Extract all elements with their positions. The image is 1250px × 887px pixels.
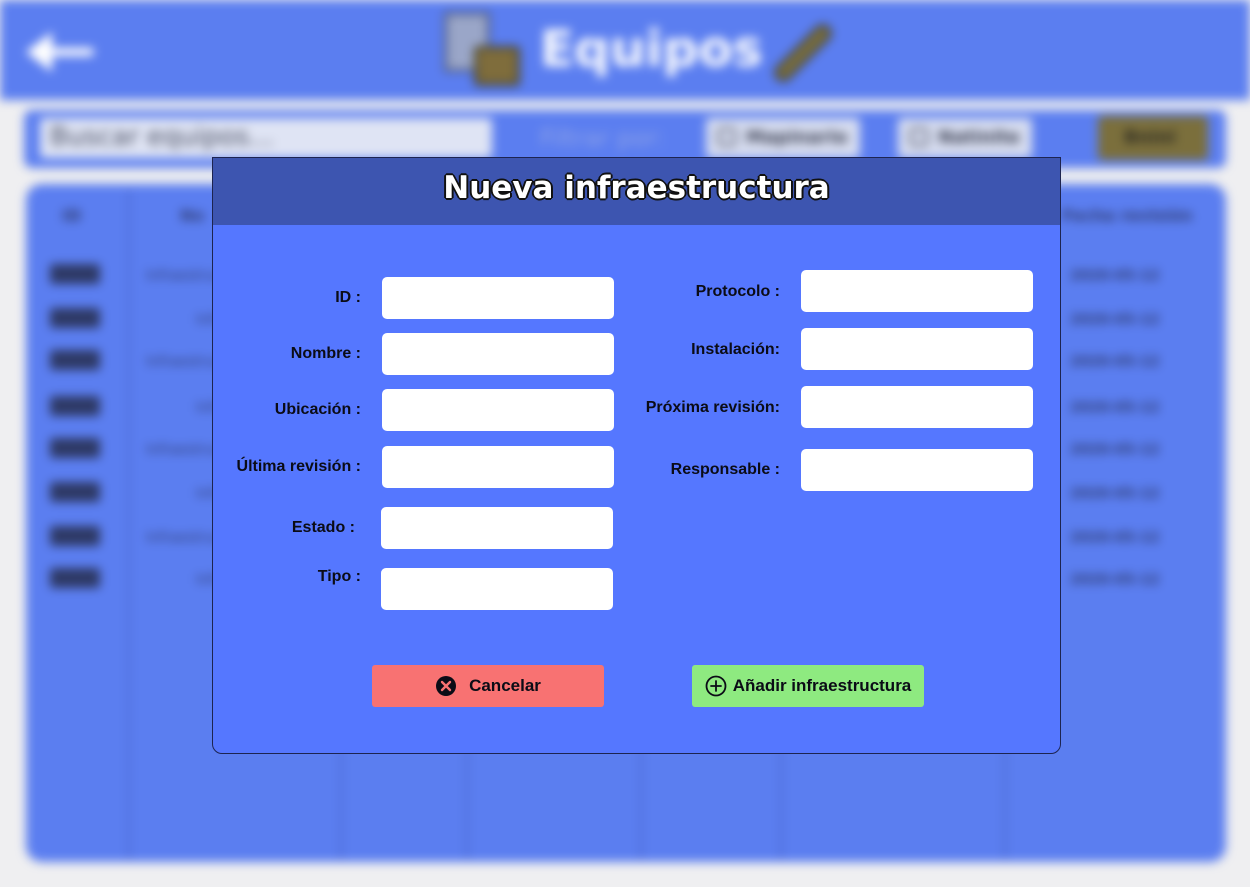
label-instalacion: Instalación: [691, 341, 780, 358]
cancel-button-label: Cancelar [469, 676, 541, 695]
label-estado: Estado : [291, 519, 355, 536]
table-cell-date: 2020-05-12 [1070, 312, 1160, 328]
label-protocolo: Protocolo : [695, 283, 780, 300]
table-header-name: No [180, 206, 205, 225]
table-cell-date: 2020-05-12 [1070, 354, 1160, 370]
table-row [50, 438, 100, 458]
search-input[interactable]: Buscar equipos... [40, 118, 492, 158]
table-header-date: Fecha revisión [1062, 206, 1193, 225]
checkbox-icon [718, 128, 736, 146]
table-cell-date: 2020-05-12 [1070, 486, 1160, 502]
table-cell-date: 2020-05-12 [1070, 442, 1160, 458]
table-header-id: ID [62, 206, 82, 225]
filter-chip-1[interactable]: Mapinario [706, 118, 860, 158]
nombre-field[interactable] [382, 333, 614, 375]
table-row [50, 526, 100, 546]
label-tipo: Tipo : [317, 568, 361, 585]
filter-chip-2[interactable]: Natinite [898, 118, 1032, 158]
instalacion-field[interactable] [801, 328, 1033, 370]
documents-briefcase-icon [444, 12, 520, 86]
label-proxima-revision: Próxima revisión: [645, 399, 780, 416]
table-cell-date: 2020-05-12 [1070, 268, 1160, 284]
table-row [50, 308, 100, 328]
proxima-revision-field[interactable] [801, 386, 1033, 428]
ubicacion-field[interactable] [382, 389, 614, 431]
label-responsable: Responsable : [670, 461, 780, 478]
table-row [50, 350, 100, 370]
page-title: Equipos [540, 20, 763, 78]
cancel-button[interactable]: Cancelar [372, 665, 604, 707]
protocolo-field[interactable] [801, 270, 1033, 312]
label-nombre: Nombre : [290, 345, 361, 362]
table-row [50, 482, 100, 502]
plus-circle-icon [705, 675, 727, 697]
table-cell-date: 2020-05-12 [1070, 530, 1160, 546]
table-row [50, 264, 100, 284]
ultima-revision-field[interactable] [382, 446, 614, 488]
dialog-header: Nueva infraestructura [213, 158, 1060, 225]
close-circle-icon [436, 676, 457, 696]
toolbar-action-button[interactable]: Bnini [1098, 116, 1208, 160]
label-id: ID : [335, 289, 361, 306]
filter-label: Filtrar por: [540, 124, 665, 152]
table-cell-date: 2020-05-12 [1070, 400, 1160, 416]
add-infrastructure-button[interactable]: Añadir infraestructura [692, 665, 924, 707]
tipo-field[interactable] [381, 568, 613, 610]
dialog-title: Nueva infraestructura [443, 170, 830, 206]
table-row [50, 568, 100, 588]
table-column-divider [128, 190, 130, 860]
label-ubicacion: Ubicación : [274, 401, 361, 418]
responsable-field[interactable] [801, 449, 1033, 491]
wrench-icon [758, 16, 838, 86]
table-cell-date: 2020-05-12 [1070, 572, 1160, 588]
back-arrow-icon[interactable] [24, 24, 96, 80]
new-infrastructure-dialog: Nueva infraestructura ID : Nombre : Ubic… [212, 157, 1061, 754]
id-field[interactable] [382, 277, 614, 319]
checkbox-icon [910, 128, 928, 146]
estado-field[interactable] [381, 507, 613, 549]
label-ultima-revision: Última revisión : [236, 458, 361, 475]
add-button-label: Añadir infraestructura [732, 676, 912, 695]
table-row [50, 396, 100, 416]
